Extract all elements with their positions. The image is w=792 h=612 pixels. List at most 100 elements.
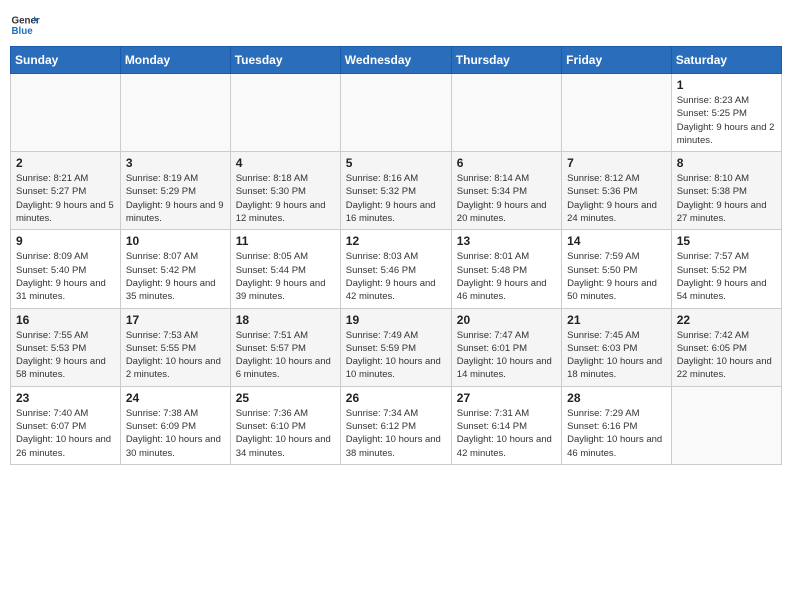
day-number: 24 [126,391,225,405]
day-info: Sunrise: 7:49 AM Sunset: 5:59 PM Dayligh… [346,329,446,382]
calendar-cell: 26 Sunrise: 7:34 AM Sunset: 6:12 PM Dayli… [340,386,451,464]
logo-icon: General Blue [10,10,40,40]
day-number: 22 [677,313,776,327]
calendar-cell: 27 Sunrise: 7:31 AM Sunset: 6:14 PM Dayli… [451,386,561,464]
day-info: Sunrise: 8:14 AM Sunset: 5:34 PM Dayligh… [457,172,556,225]
day-number: 5 [346,156,446,170]
day-number: 13 [457,234,556,248]
day-number: 11 [236,234,335,248]
calendar-cell: 11 Sunrise: 8:05 AM Sunset: 5:44 PM Dayli… [230,230,340,308]
calendar: SundayMondayTuesdayWednesdayThursdayFrid… [10,46,782,465]
calendar-cell: 4Sunrise: 8:18 AM Sunset: 5:30 PM Daylig… [230,152,340,230]
day-info: Sunrise: 8:05 AM Sunset: 5:44 PM Dayligh… [236,250,335,303]
day-info: Sunrise: 7:34 AM Sunset: 6:12 PM Dayligh… [346,407,446,460]
calendar-cell: 17Sunrise: 7:53 AM Sunset: 5:55 PM Dayli… [120,308,230,386]
day-info: Sunrise: 8:21 AM Sunset: 5:27 PM Dayligh… [16,172,115,225]
weekday-header-thursday: Thursday [451,47,561,74]
day-number: 3 [126,156,225,170]
calendar-cell: 23 Sunrise: 7:40 AM Sunset: 6:07 PM Dayli… [11,386,121,464]
day-info: Sunrise: 7:42 AM Sunset: 6:05 PM Dayligh… [677,329,776,382]
calendar-cell: 5 Sunrise: 8:16 AM Sunset: 5:32 PM Daylig… [340,152,451,230]
day-info: Sunrise: 8:01 AM Sunset: 5:48 PM Dayligh… [457,250,556,303]
calendar-cell: 9 Sunrise: 8:09 AM Sunset: 5:40 PM Daylig… [11,230,121,308]
calendar-cell: 16 Sunrise: 7:55 AM Sunset: 5:53 PM Dayli… [11,308,121,386]
weekday-header-friday: Friday [562,47,672,74]
day-info: Sunrise: 8:19 AM Sunset: 5:29 PM Dayligh… [126,172,225,225]
day-number: 19 [346,313,446,327]
day-info: Sunrise: 8:07 AM Sunset: 5:42 PM Dayligh… [126,250,225,303]
calendar-cell [340,74,451,152]
weekday-header-row: SundayMondayTuesdayWednesdayThursdayFrid… [11,47,782,74]
day-number: 2 [16,156,115,170]
day-number: 27 [457,391,556,405]
weekday-header-tuesday: Tuesday [230,47,340,74]
calendar-cell: 28 Sunrise: 7:29 AM Sunset: 6:16 PM Dayli… [562,386,672,464]
day-info: Sunrise: 8:23 AM Sunset: 5:25 PM Dayligh… [677,94,776,147]
day-info: Sunrise: 7:53 AM Sunset: 5:55 PM Dayligh… [126,329,225,382]
day-info: Sunrise: 8:18 AM Sunset: 5:30 PM Dayligh… [236,172,335,225]
day-number: 26 [346,391,446,405]
calendar-cell: 6 Sunrise: 8:14 AM Sunset: 5:34 PM Daylig… [451,152,561,230]
weekday-header-saturday: Saturday [671,47,781,74]
day-number: 7 [567,156,666,170]
day-info: Sunrise: 7:40 AM Sunset: 6:07 PM Dayligh… [16,407,115,460]
day-info: Sunrise: 7:47 AM Sunset: 6:01 PM Dayligh… [457,329,556,382]
weekday-header-wednesday: Wednesday [340,47,451,74]
calendar-cell: 8Sunrise: 8:10 AM Sunset: 5:38 PM Daylig… [671,152,781,230]
day-info: Sunrise: 8:03 AM Sunset: 5:46 PM Dayligh… [346,250,446,303]
day-info: Sunrise: 7:36 AM Sunset: 6:10 PM Dayligh… [236,407,335,460]
day-number: 23 [16,391,115,405]
calendar-cell [451,74,561,152]
calendar-cell: 14 Sunrise: 7:59 AM Sunset: 5:50 PM Dayli… [562,230,672,308]
day-number: 28 [567,391,666,405]
calendar-week-1: 2 Sunrise: 8:21 AM Sunset: 5:27 PM Daylig… [11,152,782,230]
day-number: 10 [126,234,225,248]
calendar-week-3: 16 Sunrise: 7:55 AM Sunset: 5:53 PM Dayli… [11,308,782,386]
calendar-week-2: 9 Sunrise: 8:09 AM Sunset: 5:40 PM Daylig… [11,230,782,308]
svg-text:Blue: Blue [12,26,34,37]
day-number: 18 [236,313,335,327]
calendar-cell: 15 Sunrise: 7:57 AM Sunset: 5:52 PM Dayli… [671,230,781,308]
logo: General Blue [10,10,40,40]
calendar-cell [120,74,230,152]
day-number: 25 [236,391,335,405]
day-info: Sunrise: 7:31 AM Sunset: 6:14 PM Dayligh… [457,407,556,460]
calendar-cell: 25 Sunrise: 7:36 AM Sunset: 6:10 PM Dayli… [230,386,340,464]
calendar-week-0: 1 Sunrise: 8:23 AM Sunset: 5:25 PM Daylig… [11,74,782,152]
day-info: Sunrise: 7:45 AM Sunset: 6:03 PM Dayligh… [567,329,666,382]
calendar-cell: 7 Sunrise: 8:12 AM Sunset: 5:36 PM Daylig… [562,152,672,230]
calendar-cell: 21 Sunrise: 7:45 AM Sunset: 6:03 PM Dayli… [562,308,672,386]
calendar-cell: 24 Sunrise: 7:38 AM Sunset: 6:09 PM Dayli… [120,386,230,464]
day-info: Sunrise: 7:51 AM Sunset: 5:57 PM Dayligh… [236,329,335,382]
day-info: Sunrise: 8:12 AM Sunset: 5:36 PM Dayligh… [567,172,666,225]
day-number: 20 [457,313,556,327]
calendar-cell: 13 Sunrise: 8:01 AM Sunset: 5:48 PM Dayli… [451,230,561,308]
day-info: Sunrise: 7:59 AM Sunset: 5:50 PM Dayligh… [567,250,666,303]
calendar-cell: 1 Sunrise: 8:23 AM Sunset: 5:25 PM Daylig… [671,74,781,152]
calendar-cell: 20 Sunrise: 7:47 AM Sunset: 6:01 PM Dayli… [451,308,561,386]
day-number: 6 [457,156,556,170]
calendar-cell: 22 Sunrise: 7:42 AM Sunset: 6:05 PM Dayli… [671,308,781,386]
day-number: 14 [567,234,666,248]
calendar-cell: 19 Sunrise: 7:49 AM Sunset: 5:59 PM Dayli… [340,308,451,386]
calendar-cell [11,74,121,152]
header: General Blue [10,10,782,40]
weekday-header-monday: Monday [120,47,230,74]
weekday-header-sunday: Sunday [11,47,121,74]
day-info: Sunrise: 8:09 AM Sunset: 5:40 PM Dayligh… [16,250,115,303]
calendar-cell [230,74,340,152]
day-number: 9 [16,234,115,248]
day-info: Sunrise: 7:57 AM Sunset: 5:52 PM Dayligh… [677,250,776,303]
calendar-cell [671,386,781,464]
day-info: Sunrise: 8:16 AM Sunset: 5:32 PM Dayligh… [346,172,446,225]
calendar-cell: 18 Sunrise: 7:51 AM Sunset: 5:57 PM Dayli… [230,308,340,386]
day-number: 15 [677,234,776,248]
calendar-cell: 3 Sunrise: 8:19 AM Sunset: 5:29 PM Daylig… [120,152,230,230]
day-number: 16 [16,313,115,327]
calendar-cell: 12Sunrise: 8:03 AM Sunset: 5:46 PM Dayli… [340,230,451,308]
day-number: 21 [567,313,666,327]
day-info: Sunrise: 7:29 AM Sunset: 6:16 PM Dayligh… [567,407,666,460]
day-info: Sunrise: 7:38 AM Sunset: 6:09 PM Dayligh… [126,407,225,460]
day-number: 1 [677,78,776,92]
day-info: Sunrise: 7:55 AM Sunset: 5:53 PM Dayligh… [16,329,115,382]
